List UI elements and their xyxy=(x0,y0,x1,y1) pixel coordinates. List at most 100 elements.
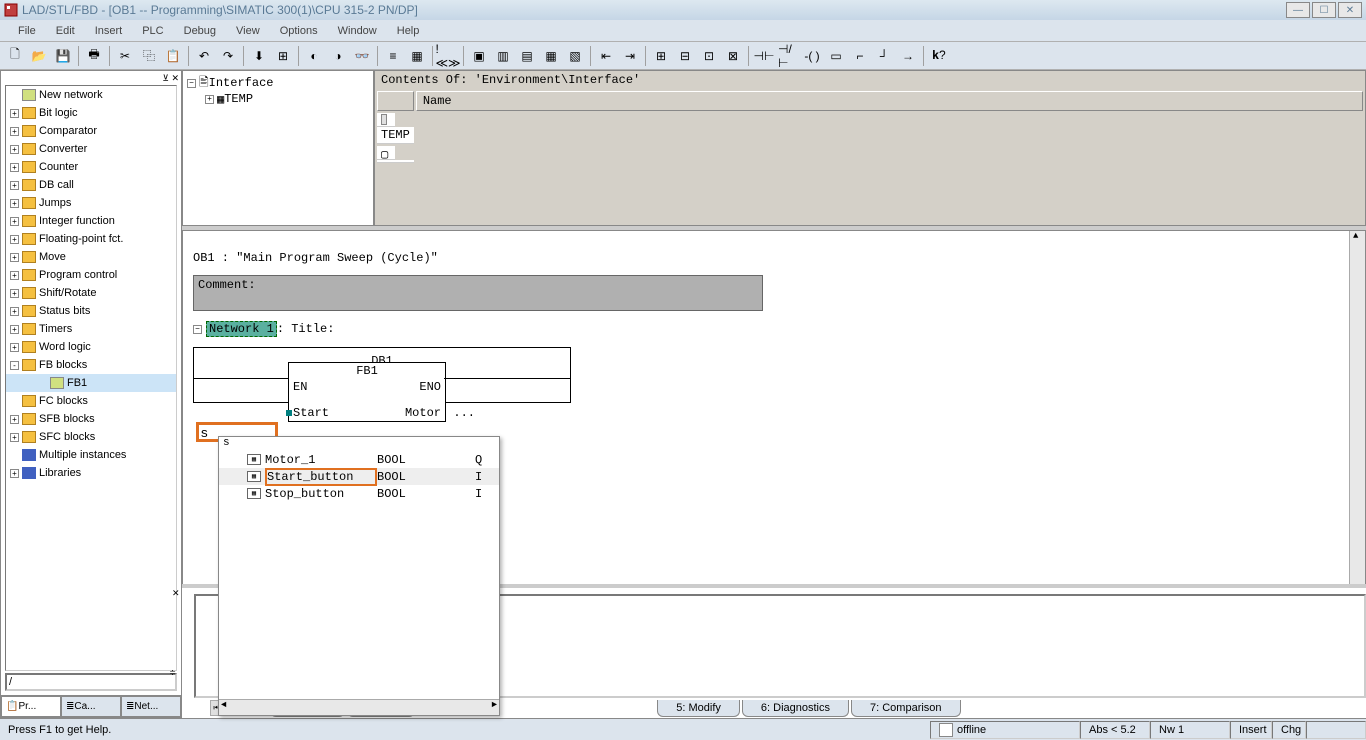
menu-file[interactable]: File xyxy=(8,23,46,39)
menu-plc[interactable]: PLC xyxy=(132,23,173,39)
undo-icon[interactable]: ↶ xyxy=(193,45,215,67)
tree-item-shift-rotate[interactable]: +Shift/Rotate xyxy=(6,284,176,302)
net2-icon[interactable]: ⊟ xyxy=(674,45,696,67)
expand-icon[interactable]: + xyxy=(10,217,19,226)
copy-icon[interactable]: ⿻ xyxy=(138,45,160,67)
tree-item-sfc-blocks[interactable]: +SFC blocks xyxy=(6,428,176,446)
ladder-network[interactable]: DB1 FB1 EN ENO Start Motor ... xyxy=(193,347,571,403)
tree-item-libraries[interactable]: +Libraries xyxy=(6,464,176,482)
net1-icon[interactable]: ⊞ xyxy=(650,45,672,67)
expand-icon[interactable]: + xyxy=(10,325,19,334)
menu-options[interactable]: Options xyxy=(270,23,328,39)
expand-icon[interactable]: + xyxy=(10,271,19,280)
tree-item-fb-blocks[interactable]: -FB blocks xyxy=(6,356,176,374)
expand-icon[interactable]: + xyxy=(10,235,19,244)
expand-icon[interactable]: + xyxy=(10,181,19,190)
detail-icon[interactable]: ▦ xyxy=(406,45,428,67)
glasses-icon[interactable]: 👓 xyxy=(351,45,373,67)
toggle2-icon[interactable]: ◑ xyxy=(327,45,349,67)
autocomplete-popup[interactable]: s ▦Motor_1BOOLQ▦Start_buttonBOOLI▦Stop_b… xyxy=(218,436,500,716)
tree-item-floating-point-fct-[interactable]: +Floating-point fct. xyxy=(6,230,176,248)
tree-item-bit-logic[interactable]: +Bit logic xyxy=(6,104,176,122)
tree-item-timers[interactable]: +Timers xyxy=(6,320,176,338)
network-label[interactable]: Network 1 xyxy=(206,321,277,337)
expand-icon[interactable]: + xyxy=(10,469,19,478)
expand-icon[interactable]: − xyxy=(187,79,196,88)
monitor-icon[interactable]: ⊞ xyxy=(272,45,294,67)
menu-debug[interactable]: Debug xyxy=(174,23,226,39)
expand-icon[interactable]: + xyxy=(10,253,19,262)
help-icon[interactable]: 𝐤? xyxy=(928,45,950,67)
menu-help[interactable]: Help xyxy=(387,23,430,39)
interface-tree[interactable]: − 🖹 Interface + ▦ TEMP xyxy=(182,70,374,226)
notenclosed-icon[interactable]: !≪≫ xyxy=(437,45,459,67)
cut-icon[interactable]: ✂ xyxy=(114,45,136,67)
coil-icon[interactable]: -( ) xyxy=(801,45,823,67)
expand-icon[interactable]: + xyxy=(10,307,19,316)
win1-icon[interactable]: ▣ xyxy=(468,45,490,67)
list-icon[interactable]: ≡ xyxy=(382,45,404,67)
tree-item-multiple-instances[interactable]: Multiple instances xyxy=(6,446,176,464)
tree-item-word-logic[interactable]: +Word logic xyxy=(6,338,176,356)
net4-icon[interactable]: ⊠ xyxy=(722,45,744,67)
tree-item-fc-blocks[interactable]: FC blocks xyxy=(6,392,176,410)
minimize-button[interactable]: — xyxy=(1286,2,1310,18)
fb-block[interactable]: FB1 EN ENO Start Motor ... xyxy=(288,362,446,422)
network-title-label[interactable]: : Title: xyxy=(277,322,335,336)
output-close-icon[interactable]: ✕ xyxy=(172,588,180,599)
network-collapse-icon[interactable]: − xyxy=(193,325,202,334)
tab-diagnostics[interactable]: 6: Diagnostics xyxy=(742,700,849,717)
tree-item-db-call[interactable]: +DB call xyxy=(6,176,176,194)
contact-no-icon[interactable]: ⊣⊢ xyxy=(753,45,775,67)
toggle1-icon[interactable]: ◐ xyxy=(303,45,325,67)
print-icon[interactable]: 🖶 xyxy=(83,45,105,67)
tab-call[interactable]: ≣ Ca... xyxy=(61,696,121,717)
nav1-icon[interactable]: ⇤ xyxy=(595,45,617,67)
expand-icon[interactable]: + xyxy=(10,433,19,442)
symbol-row-start_button[interactable]: ▦Start_buttonBOOLI xyxy=(219,468,499,485)
save-icon[interactable]: 💾 xyxy=(52,45,74,67)
win2-icon[interactable]: ▥ xyxy=(492,45,514,67)
expand-icon[interactable]: + xyxy=(205,95,214,104)
nav2-icon[interactable]: ⇥ xyxy=(619,45,641,67)
tab-net[interactable]: ≣ Net... xyxy=(121,696,181,717)
menu-window[interactable]: Window xyxy=(328,23,387,39)
menu-edit[interactable]: Edit xyxy=(46,23,85,39)
panel-close-icon[interactable]: ⊻ ✕ xyxy=(162,73,179,84)
expand-icon[interactable]: + xyxy=(10,109,19,118)
tree-item-move[interactable]: +Move xyxy=(6,248,176,266)
tree-item-sfb-blocks[interactable]: +SFB blocks xyxy=(6,410,176,428)
filter-input[interactable] xyxy=(5,673,177,691)
tree-item-comparator[interactable]: +Comparator xyxy=(6,122,176,140)
win3-icon[interactable]: ▤ xyxy=(516,45,538,67)
popup-hscrollbar[interactable] xyxy=(219,699,499,715)
download-icon[interactable]: ⬇ xyxy=(248,45,270,67)
tree-item-new-network[interactable]: New network xyxy=(6,86,176,104)
branch-close-icon[interactable]: ┘ xyxy=(873,45,895,67)
net3-icon[interactable]: ⊡ xyxy=(698,45,720,67)
symbol-row-motor_1[interactable]: ▦Motor_1BOOLQ xyxy=(219,451,499,468)
restore-button[interactable]: ☐ xyxy=(1312,2,1336,18)
conn-icon[interactable]: → xyxy=(897,45,919,67)
close-button[interactable]: ✕ xyxy=(1338,2,1362,18)
new-icon[interactable]: 🗋 xyxy=(4,45,26,67)
box-icon[interactable]: ▭ xyxy=(825,45,847,67)
tree-item-fb1[interactable]: FB1 xyxy=(6,374,176,392)
tree-item-integer-function[interactable]: +Integer function xyxy=(6,212,176,230)
redo-icon[interactable]: ↷ xyxy=(217,45,239,67)
expand-icon[interactable]: + xyxy=(10,289,19,298)
menu-view[interactable]: View xyxy=(226,23,270,39)
win4-icon[interactable]: ▦ xyxy=(540,45,562,67)
expand-icon[interactable]: + xyxy=(10,415,19,424)
expand-icon[interactable]: + xyxy=(10,199,19,208)
expand-icon[interactable]: + xyxy=(10,145,19,154)
expand-icon[interactable]: + xyxy=(10,163,19,172)
tab-modify[interactable]: 5: Modify xyxy=(657,700,740,717)
menu-insert[interactable]: Insert xyxy=(85,23,133,39)
expand-icon[interactable]: - xyxy=(10,361,19,370)
row-temp[interactable]: TEMP xyxy=(377,127,414,144)
comment-box[interactable]: Comment: xyxy=(193,275,763,311)
tree-item-converter[interactable]: +Converter xyxy=(6,140,176,158)
contact-nc-icon[interactable]: ⊣/⊢ xyxy=(777,45,799,67)
win5-icon[interactable]: ▧ xyxy=(564,45,586,67)
